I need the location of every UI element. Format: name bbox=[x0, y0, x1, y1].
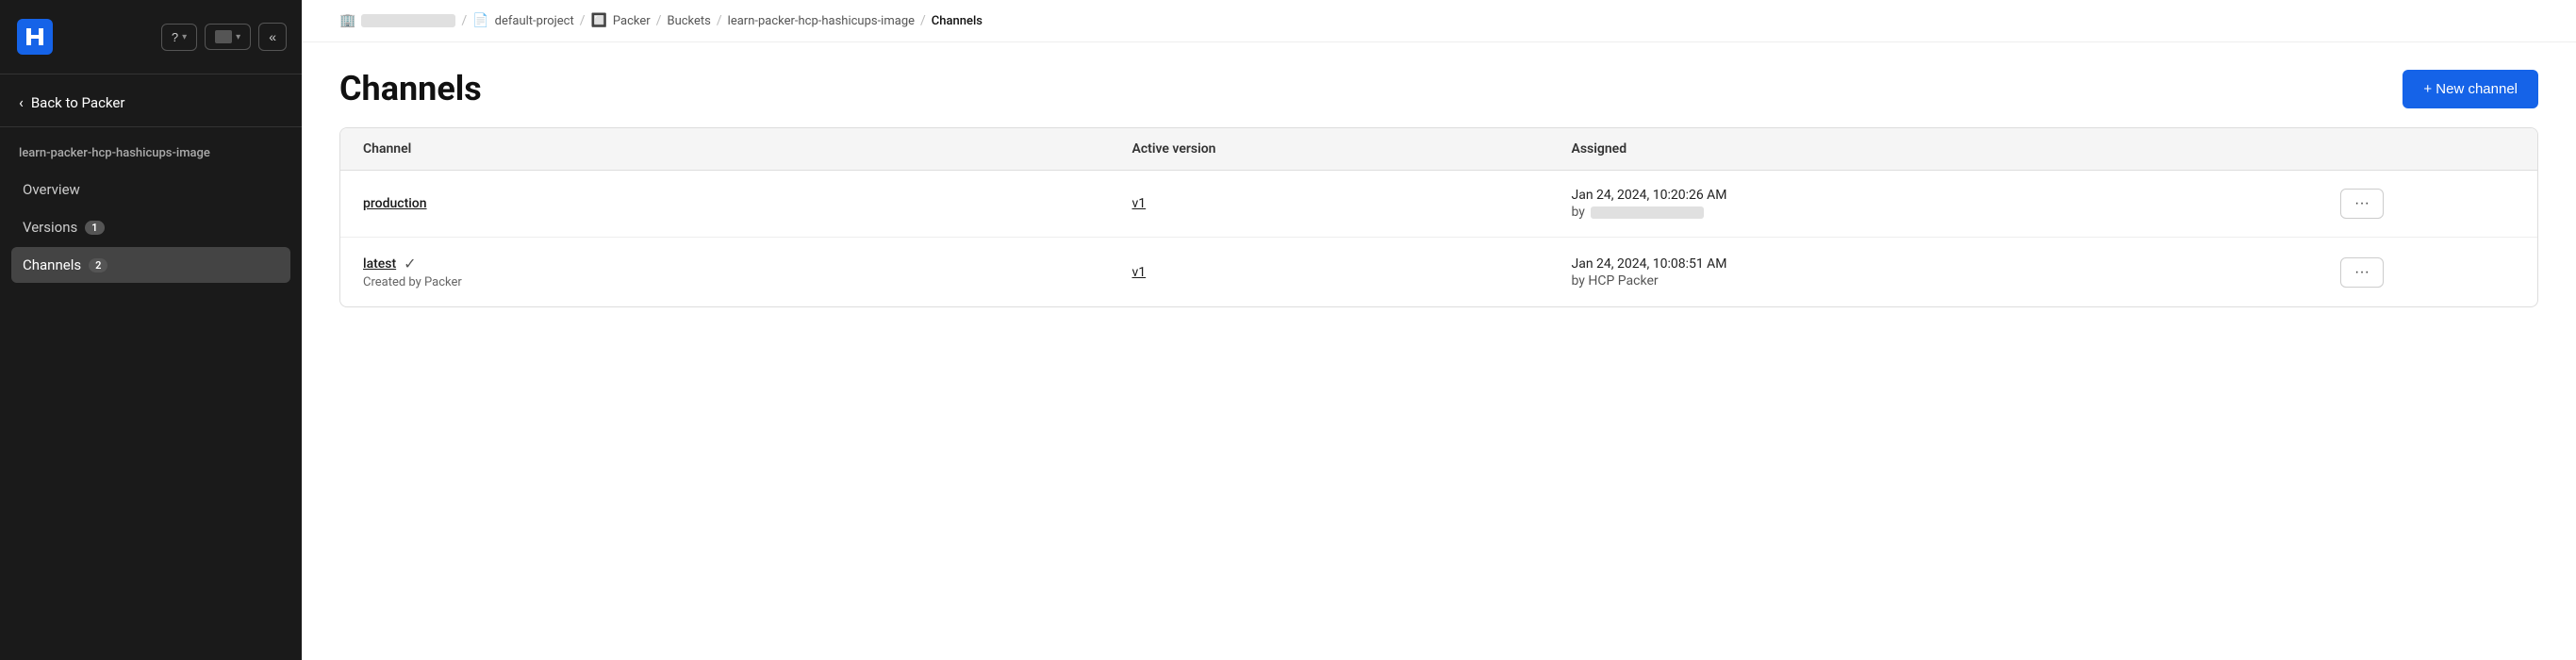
version-cell-latest: v1 bbox=[1110, 238, 1549, 307]
back-to-packer-label: Back to Packer bbox=[31, 94, 125, 111]
hcp-logo bbox=[15, 17, 55, 57]
sidebar: ? ▾ ▾ « ‹ Back to Packer learn-packer-hc… bbox=[0, 0, 302, 660]
assigned-date: Jan 24, 2024, 10:20:26 AM bbox=[1572, 188, 2296, 203]
assigned-cell-content: Jan 24, 2024, 10:20:26 AM by bbox=[1572, 188, 2296, 220]
ellipsis-icon: ··· bbox=[2354, 195, 2370, 212]
help-button[interactable]: ? ▾ bbox=[161, 24, 197, 51]
left-arrow-icon: ‹ bbox=[19, 93, 24, 111]
collapse-sidebar-button[interactable]: « bbox=[258, 23, 287, 51]
breadcrumb-bucket[interactable]: learn-packer-hcp-hashicups-image bbox=[728, 14, 915, 28]
channel-cell-content: latest ✓ Created by Packer bbox=[363, 255, 1087, 289]
column-header-assigned: Assigned bbox=[1549, 128, 2319, 171]
sidebar-item-channels[interactable]: Channels 2 bbox=[11, 247, 290, 283]
version-link[interactable]: v1 bbox=[1132, 265, 1147, 280]
chevron-down-icon: ▾ bbox=[236, 32, 240, 42]
sidebar-nav: Overview Versions 1 Channels 2 bbox=[0, 168, 302, 287]
breadcrumb-sep: / bbox=[920, 13, 926, 28]
assigned-by: by bbox=[1572, 205, 2296, 220]
channels-table-container: Channel Active version Assigned producti… bbox=[339, 127, 2538, 307]
version-cell-production: v1 bbox=[1110, 171, 1549, 238]
org-breadcrumb-icon: 🏢 bbox=[339, 13, 355, 28]
channel-name-row: production bbox=[363, 196, 1087, 211]
assigned-by-prefix: by bbox=[1572, 205, 1585, 220]
assigned-cell-production: Jan 24, 2024, 10:20:26 AM by bbox=[1549, 171, 2319, 238]
org-breadcrumb-blurred bbox=[361, 14, 455, 27]
project-icon: 📄 bbox=[472, 13, 488, 28]
collapse-icon: « bbox=[269, 29, 276, 44]
channel-name-link[interactable]: latest bbox=[363, 256, 396, 272]
org-icon bbox=[215, 30, 232, 43]
question-icon: ? bbox=[172, 30, 178, 44]
sidebar-item-label: Overview bbox=[23, 181, 80, 198]
chevron-down-icon: ▾ bbox=[182, 32, 187, 42]
channel-sub-label: Created by Packer bbox=[363, 275, 1087, 289]
channels-table: Channel Active version Assigned producti… bbox=[340, 128, 2537, 306]
channel-cell-content: production bbox=[363, 196, 1087, 211]
org-selector-button[interactable]: ▾ bbox=[205, 24, 251, 50]
packer-icon: 🔲 bbox=[590, 13, 606, 28]
assigned-cell-latest: Jan 24, 2024, 10:08:51 AM by HCP Packer bbox=[1549, 238, 2319, 307]
actions-cell-latest: ··· bbox=[2318, 238, 2537, 307]
breadcrumb-current: Channels bbox=[932, 14, 983, 28]
column-header-actions bbox=[2318, 128, 2537, 171]
checkmark-icon: ✓ bbox=[404, 255, 416, 272]
sidebar-header-controls: ? ▾ ▾ « bbox=[161, 23, 287, 51]
sidebar-item-versions[interactable]: Versions 1 bbox=[11, 209, 290, 245]
assigned-by: by HCP Packer bbox=[1572, 273, 2296, 289]
ellipsis-icon: ··· bbox=[2354, 264, 2370, 281]
channels-badge: 2 bbox=[89, 258, 107, 272]
sidebar-item-label: Channels bbox=[23, 256, 81, 273]
sidebar-header: ? ▾ ▾ « bbox=[0, 0, 302, 74]
sidebar-item-label: Versions bbox=[23, 219, 77, 236]
breadcrumb-packer[interactable]: Packer bbox=[613, 14, 651, 28]
channel-cell-latest: latest ✓ Created by Packer bbox=[340, 238, 1110, 307]
breadcrumb-sep: / bbox=[656, 13, 662, 28]
versions-badge: 1 bbox=[85, 221, 104, 235]
breadcrumb-buckets[interactable]: Buckets bbox=[667, 14, 710, 28]
assigned-date: Jan 24, 2024, 10:08:51 AM bbox=[1572, 256, 2296, 272]
column-header-active-version: Active version bbox=[1110, 128, 1549, 171]
table-header-row: Channel Active version Assigned bbox=[340, 128, 2537, 171]
row-actions-button[interactable]: ··· bbox=[2340, 257, 2384, 288]
channel-name-row: latest ✓ bbox=[363, 255, 1087, 272]
breadcrumb-sep: / bbox=[461, 13, 467, 28]
new-channel-button[interactable]: + New channel bbox=[2403, 70, 2538, 108]
sidebar-item-overview[interactable]: Overview bbox=[11, 172, 290, 207]
page-header: Channels + New channel bbox=[302, 42, 2576, 127]
assigned-cell-content: Jan 24, 2024, 10:08:51 AM by HCP Packer bbox=[1572, 256, 2296, 289]
back-to-packer-link[interactable]: ‹ Back to Packer bbox=[0, 74, 302, 127]
breadcrumb-sep: / bbox=[580, 13, 586, 28]
page-title: Channels bbox=[339, 69, 482, 108]
breadcrumb-project[interactable]: default-project bbox=[495, 14, 574, 28]
actions-cell-production: ··· bbox=[2318, 171, 2537, 238]
table-row: production v1 Jan 24, 2024, 10:20:26 AM … bbox=[340, 171, 2537, 238]
main-content: 🏢 / 📄 default-project / 🔲 Packer / Bucke… bbox=[302, 0, 2576, 660]
row-actions-button[interactable]: ··· bbox=[2340, 189, 2384, 219]
column-header-channel: Channel bbox=[340, 128, 1110, 171]
sidebar-section-label: learn-packer-hcp-hashicups-image bbox=[0, 127, 302, 168]
channel-cell-production: production bbox=[340, 171, 1110, 238]
table-row: latest ✓ Created by Packer v1 Jan 24, 20… bbox=[340, 238, 2537, 307]
assigned-by-blurred bbox=[1591, 206, 1704, 219]
breadcrumb: 🏢 / 📄 default-project / 🔲 Packer / Bucke… bbox=[302, 0, 2576, 42]
breadcrumb-sep: / bbox=[717, 13, 722, 28]
channel-name-link[interactable]: production bbox=[363, 196, 427, 211]
version-link[interactable]: v1 bbox=[1132, 196, 1147, 211]
